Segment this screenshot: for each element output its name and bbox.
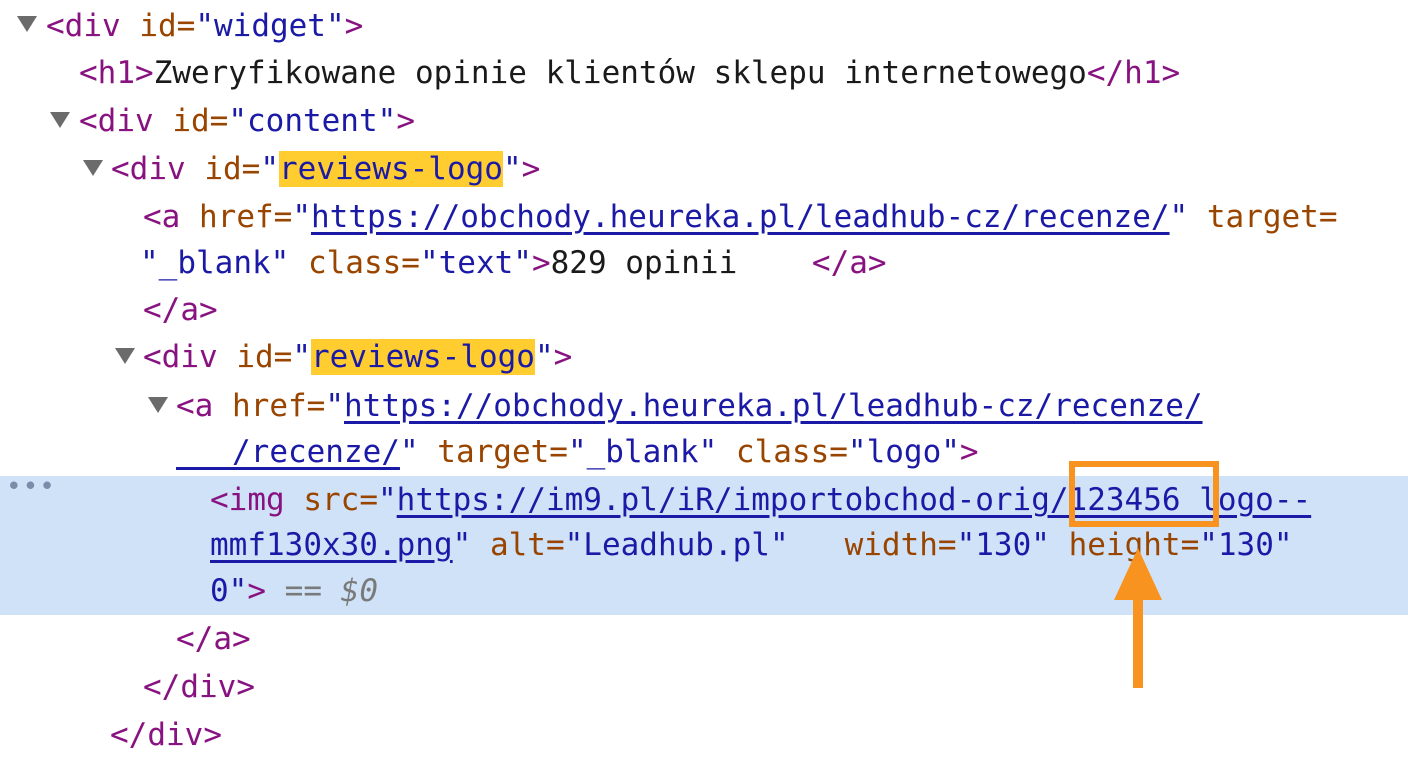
attr-value: "content" — [228, 103, 397, 139]
attr-value: "widget" — [195, 8, 345, 44]
tag-open: <img — [210, 482, 304, 518]
attr-value: "_blank" — [140, 245, 290, 281]
attr-value: "text" — [419, 245, 532, 281]
href-link[interactable]: https://obchody.heureka.pl/leadhub-cz/re… — [344, 388, 1203, 424]
attr-value: 0" — [210, 573, 248, 609]
attr-name: width= — [788, 527, 957, 563]
tag-close: > — [959, 434, 979, 470]
node-div-reviews-logo[interactable]: <div id="reviews-logo"> — [143, 333, 572, 381]
text-node: Zweryfikowane opinie klientów sklepu int… — [153, 55, 1087, 91]
tag-close: > — [531, 245, 551, 281]
tag-open: <a — [143, 199, 199, 235]
attr-value: "130" — [956, 527, 1050, 563]
node-a-logo-cont[interactable]: /recenze/" target="_blank" class="logo"> — [176, 428, 979, 476]
node-options-icon[interactable]: ••• — [6, 472, 56, 502]
annotation-highlight-box — [1069, 461, 1219, 527]
expand-toggle-icon[interactable] — [17, 16, 37, 32]
attr-name: class= — [289, 245, 420, 281]
tag-end: </div> — [110, 717, 222, 753]
tag-end: </div> — [143, 669, 255, 705]
node-a-logo[interactable]: <a href="https://obchody.heureka.pl/lead… — [176, 382, 1203, 430]
node-div-reviews-logo[interactable]: <div id="reviews-logo"> — [111, 145, 540, 193]
search-highlight: reviews-logo — [311, 339, 535, 375]
selected-node-marker: == $0 — [266, 573, 378, 609]
attr-name: class= — [717, 434, 848, 470]
tag-close: > — [247, 573, 266, 609]
attr-name: id= — [172, 103, 229, 139]
attr-name: id= — [139, 8, 196, 44]
search-highlight: reviews-logo — [279, 151, 503, 187]
href-link[interactable]: /recenze/ — [176, 434, 400, 470]
quote: " — [502, 151, 522, 187]
annotation-arrow-shaft — [1133, 590, 1143, 688]
tag-open: <h1> — [79, 55, 154, 91]
tag-open: <div — [143, 339, 237, 375]
quote: " — [292, 199, 311, 235]
tag-close: > — [521, 151, 541, 187]
tag-end: </a> — [176, 621, 251, 657]
attr-value: "logo" — [847, 434, 960, 470]
tag-end: </a> — [811, 245, 887, 281]
attr-name: alt= — [471, 527, 565, 563]
node-div-content[interactable]: <div id="content"> — [79, 97, 415, 145]
expand-toggle-icon[interactable] — [50, 112, 70, 128]
tag-open: <div — [46, 8, 140, 44]
quote: " — [1169, 199, 1189, 235]
tag-close: > — [396, 103, 415, 139]
text-node: 829 opinii — [550, 245, 812, 281]
attr-name: id= — [204, 151, 261, 187]
node-a-text-cont[interactable]: "_blank" class="text">829 opinii </a> — [140, 239, 887, 287]
attr-name: target= — [1188, 199, 1338, 235]
attr-value: "Leadhub.pl" — [564, 527, 789, 563]
tag-open: <div — [79, 103, 173, 139]
href-link[interactable]: https://obchody.heureka.pl/leadhub-cz/re… — [311, 199, 1170, 235]
node-a-close[interactable]: </a> — [143, 286, 218, 334]
node-h1[interactable]: <h1>Zweryfikowane opinie klientów sklepu… — [79, 49, 1180, 97]
quote: " — [325, 388, 344, 424]
node-a-close[interactable]: </a> — [176, 615, 251, 663]
attr-value: "_blank" — [567, 434, 718, 470]
quote: " — [452, 527, 472, 563]
tag-close: > — [553, 339, 573, 375]
tag-close: </h1> — [1086, 55, 1181, 91]
src-link[interactable]: mmf130x30.png — [210, 527, 453, 563]
quote: " — [377, 482, 397, 518]
expand-toggle-icon[interactable] — [115, 348, 135, 364]
node-a-text[interactable]: <a href="https://obchody.heureka.pl/lead… — [143, 193, 1338, 241]
quote: " — [260, 151, 279, 187]
node-div-close[interactable]: </div> — [143, 663, 255, 711]
quote: " — [399, 434, 419, 470]
tag-end: </a> — [143, 292, 218, 328]
quote: " — [534, 339, 554, 375]
node-div-widget[interactable]: <div id="widget"> — [46, 2, 363, 50]
expand-toggle-icon[interactable] — [83, 160, 103, 176]
expand-toggle-icon[interactable] — [148, 397, 168, 413]
attr-name: src= — [303, 482, 378, 518]
attr-name: href= — [232, 388, 326, 424]
attr-name: href= — [199, 199, 293, 235]
tag-open: <div — [111, 151, 205, 187]
attr-name: id= — [236, 339, 293, 375]
attr-name: target= — [418, 434, 568, 470]
tag-close: > — [344, 8, 364, 44]
quote: " — [292, 339, 311, 375]
node-div-close[interactable]: </div> — [110, 711, 222, 759]
node-img-end[interactable]: 0"> == $0 — [210, 567, 378, 615]
attr-value: "130" — [1199, 527, 1293, 563]
tag-open: <a — [176, 388, 232, 424]
